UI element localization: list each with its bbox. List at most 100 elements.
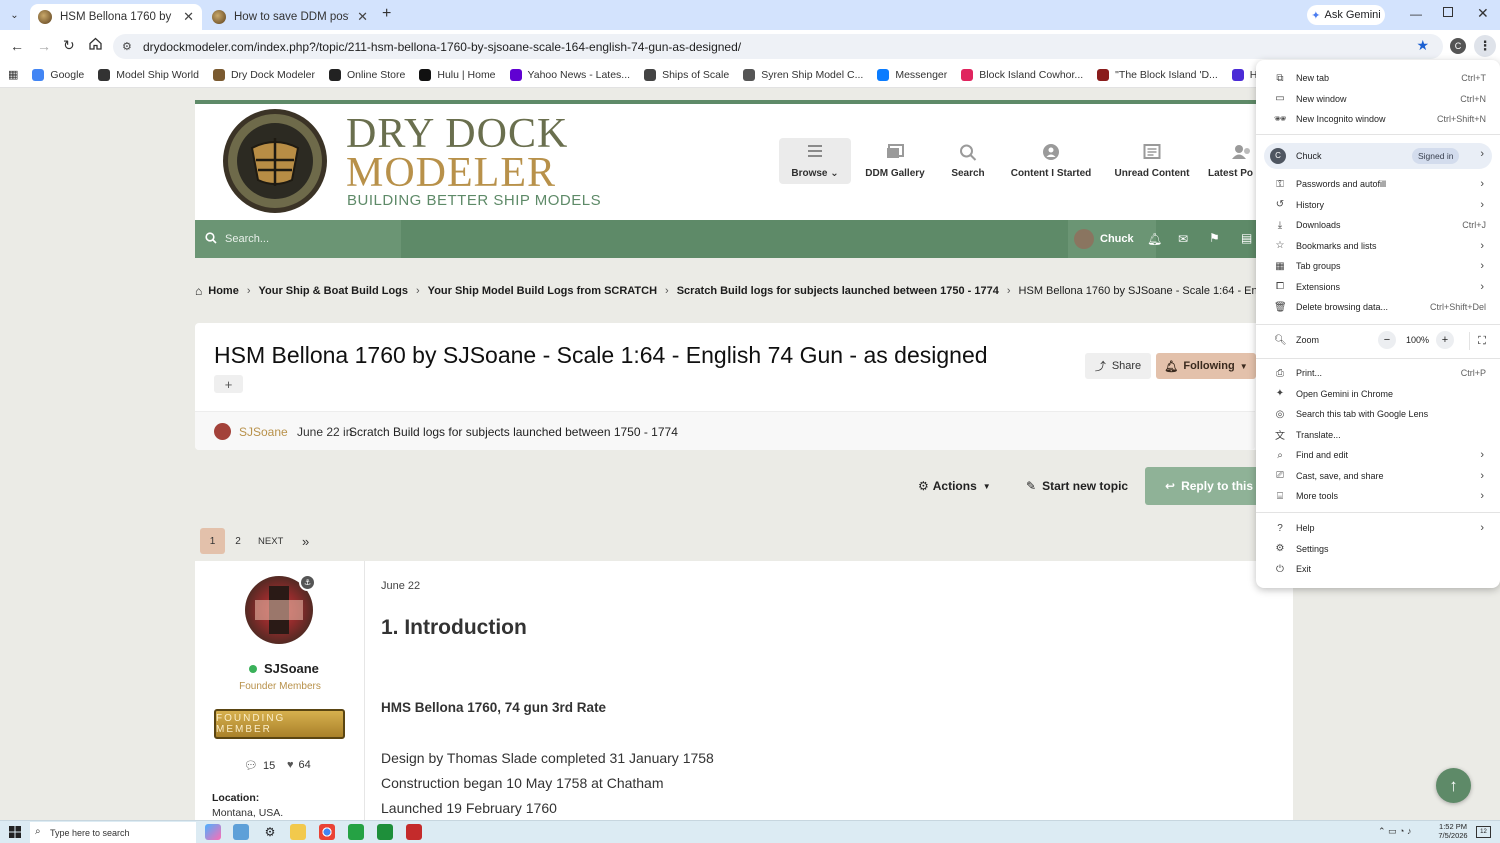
breadcrumb-home[interactable]: Home — [208, 285, 239, 297]
app-icon[interactable] — [348, 824, 364, 840]
clock[interactable]: 1:52 PM 7/5/2026 — [1436, 822, 1470, 840]
address-bar[interactable]: ⚙ drydockmodeler.com/index.php?/topic/21… — [113, 34, 1443, 59]
reports-flag-icon[interactable]: ⚑ — [1209, 231, 1220, 245]
menu-item-delete-browsing-data[interactable]: 🗑︎ Delete browsing data... Ctrl+Shift+Del — [1256, 297, 1500, 317]
page-2-button[interactable]: 2 — [229, 528, 247, 554]
site-info-icon[interactable]: ⚙ — [122, 40, 132, 53]
nav-latest-posts[interactable]: Latest Po — [1208, 138, 1256, 184]
menu-item-tab-groups[interactable]: ▦ Tab groups › — [1256, 256, 1500, 276]
page-1-button[interactable]: 1 — [200, 528, 225, 554]
start-new-topic-button[interactable]: ✎ Start new topic — [1026, 479, 1128, 493]
profile-avatar[interactable]: C — [1450, 38, 1466, 54]
menu-item-new-incognito-window[interactable]: 🕶︎ New Incognito window Ctrl+Shift+N — [1256, 109, 1500, 129]
bookmark-star-icon[interactable]: ★ — [1416, 37, 1429, 54]
menu-item-new-tab[interactable]: ⧉ New tab Ctrl+T — [1256, 68, 1500, 88]
bookmark-item[interactable]: Google — [32, 68, 84, 81]
share-button[interactable]: ⤴ Share — [1085, 353, 1151, 379]
breadcrumb-build-logs[interactable]: Your Ship & Boat Build Logs — [258, 285, 408, 297]
close-tab-icon[interactable]: ✕ — [183, 9, 194, 25]
menu-item-history[interactable]: ↺ History › — [1256, 195, 1500, 215]
breadcrumb-scratch-logs[interactable]: Your Ship Model Build Logs from SCRATCH — [428, 285, 657, 297]
bookmark-item[interactable]: Ships of Scale — [644, 68, 729, 81]
nav-search[interactable]: Search — [932, 138, 1004, 184]
menu-item-search-this-tab-with-google-lens[interactable]: ◎ Search this tab with Google Lens — [1256, 404, 1500, 424]
bookmark-item[interactable]: Online Store — [328, 68, 405, 81]
menu-item-cast-save-and-share[interactable]: ⎚ Cast, save, and share › — [1256, 466, 1500, 486]
profile-row[interactable]: C Chuck Signed in › — [1264, 143, 1492, 169]
reply-to-topic-button[interactable]: ↩ Reply to this to — [1145, 467, 1256, 505]
forward-icon[interactable]: → — [37, 38, 51, 54]
app-icon[interactable] — [406, 824, 422, 840]
apps-grid-icon[interactable]: ▦ — [8, 68, 18, 81]
new-tab-button[interactable]: + — [382, 5, 391, 23]
menu-item-settings[interactable]: ⚙ Settings — [1256, 539, 1500, 559]
file-explorer-icon[interactable] — [290, 824, 306, 840]
reload-icon[interactable]: ↻ — [63, 37, 75, 54]
fullscreen-icon[interactable]: ⛶ — [1469, 332, 1494, 350]
menu-item-extensions[interactable]: ⧠ Extensions › — [1256, 277, 1500, 297]
notifications-bell-icon[interactable]: 🔔︎ — [1147, 232, 1162, 246]
nav-ddm-gallery[interactable]: DDM Gallery — [859, 138, 931, 184]
last-page-button[interactable]: » — [302, 528, 309, 554]
following-button[interactable]: 🔔︎ Following ▼ — [1156, 353, 1256, 379]
close-tab-icon[interactable]: ✕ — [357, 9, 368, 25]
back-icon[interactable]: ← — [10, 38, 24, 54]
home-icon[interactable] — [89, 37, 102, 50]
bookmark-item[interactable]: Model Ship World — [98, 68, 199, 81]
ddm-logo-emblem[interactable] — [222, 108, 328, 214]
drafts-document-icon[interactable]: ▤ — [1241, 231, 1252, 245]
bookmark-item[interactable]: "The Block Island 'D... — [1097, 68, 1218, 81]
scroll-to-top-button[interactable]: ↑ — [1436, 768, 1471, 803]
nav-content-i-started[interactable]: Content I Started — [1007, 138, 1095, 184]
site-search-input[interactable]: Search... — [195, 220, 401, 258]
minimize-icon[interactable]: — — [1410, 7, 1422, 21]
tab-inactive[interactable]: How to save DDM posts to com ✕ — [204, 4, 376, 30]
actions-dropdown[interactable]: ⚙ Actions ▼ — [918, 479, 991, 493]
add-tag-button[interactable]: + — [214, 375, 243, 393]
settings-gear-icon[interactable]: ⚙ — [262, 824, 278, 840]
topic-author-link[interactable]: SJSoane — [239, 425, 288, 439]
topic-forum-link[interactable]: Scratch Build logs for subjects launched… — [349, 425, 678, 439]
menu-item-help[interactable]: ? Help › — [1256, 518, 1500, 538]
chrome-menu-icon[interactable]: ⋮ — [1474, 35, 1496, 57]
menu-item-passwords-and-autofill[interactable]: ⚿ Passwords and autofill › — [1256, 174, 1500, 194]
windows-start-icon[interactable] — [9, 826, 21, 838]
user-menu[interactable]: Chuck — [1068, 220, 1156, 258]
messages-envelope-icon[interactable]: ✉ — [1178, 232, 1188, 246]
bookmark-item[interactable]: Block Island Cowhor... — [961, 68, 1083, 81]
task-view-icon[interactable] — [233, 824, 249, 840]
bookmark-item[interactable]: Messenger — [877, 68, 947, 81]
menu-item-new-window[interactable]: ▭ New window Ctrl+N — [1256, 89, 1500, 109]
author-avatar[interactable] — [214, 423, 231, 440]
tray-icons[interactable]: ⌃ ▭ ◔ ♪ — [1378, 826, 1411, 837]
menu-item-open-gemini-in-chrome[interactable]: ✦ Open Gemini in Chrome — [1256, 384, 1500, 404]
menu-item-downloads[interactable]: ⤓ Downloads Ctrl+J — [1256, 215, 1500, 235]
menu-item-bookmarks-and-lists[interactable]: ☆ Bookmarks and lists › — [1256, 236, 1500, 256]
menu-item-translate[interactable]: 文 Translate... — [1256, 425, 1500, 445]
tab-search-icon[interactable]: ⌄ — [6, 7, 23, 24]
tab-active[interactable]: HSM Bellona 1760 by SJSoane ✕ — [30, 4, 202, 30]
menu-item-exit[interactable]: ⏻ Exit — [1256, 559, 1500, 579]
zoom-out-button[interactable]: − — [1378, 331, 1396, 349]
menu-item-more-tools[interactable]: ⌸ More tools › — [1256, 486, 1500, 506]
bookmark-item[interactable]: Yahoo News - Lates... — [509, 68, 630, 81]
breadcrumb-forum[interactable]: Scratch Build logs for subjects launched… — [677, 285, 999, 297]
copilot-icon[interactable] — [205, 824, 221, 840]
menu-item-print[interactable]: ⎙ Print... Ctrl+P — [1256, 363, 1500, 383]
app-icon[interactable] — [377, 824, 393, 840]
nav-unread-content[interactable]: Unread Content — [1112, 138, 1192, 184]
zoom-in-button[interactable]: + — [1436, 331, 1454, 349]
chrome-icon[interactable] — [319, 824, 335, 840]
nav-browse[interactable]: Browse ⌄ — [779, 138, 851, 184]
bookmark-item[interactable]: Hulu | Home — [419, 68, 496, 81]
close-window-icon[interactable]: ✕ — [1477, 5, 1489, 22]
bookmark-item[interactable]: Syren Ship Model C... — [743, 68, 863, 81]
bookmark-item[interactable]: Dry Dock Modeler — [212, 68, 315, 81]
ask-gemini-button[interactable]: ✦ Ask Gemini — [1307, 5, 1385, 25]
next-page-button[interactable]: NEXT — [258, 528, 283, 554]
notifications-icon[interactable]: 12 — [1476, 826, 1491, 838]
post-author-name[interactable]: SJSoane — [249, 661, 319, 676]
restore-icon[interactable] — [1443, 7, 1453, 17]
taskbar-search-input[interactable]: ⌕ Type here to search — [30, 822, 196, 843]
menu-item-find-and-edit[interactable]: ⌕ Find and edit › — [1256, 445, 1500, 465]
